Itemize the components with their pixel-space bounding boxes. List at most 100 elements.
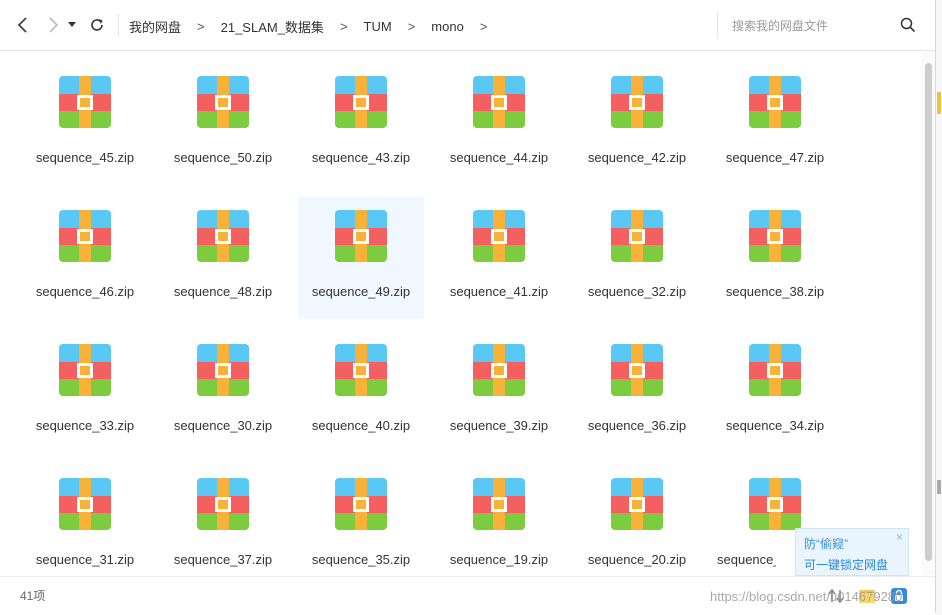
file-item[interactable]: sequence_43.zip [298,63,424,185]
zip-file-icon [473,210,525,262]
refresh-button[interactable] [85,13,109,37]
file-name: sequence_50.zip [173,150,273,165]
breadcrumb: 我的网盘 > 21_SLAM_数据集 > TUM > mono > [129,17,503,35]
history-dropdown-button[interactable] [64,13,80,37]
chevron-left-icon [17,17,27,33]
zip-file-icon [59,478,111,530]
breadcrumb-item-tum[interactable]: TUM [364,19,392,34]
close-icon[interactable]: × [896,530,903,544]
background-window-mark [937,92,941,114]
file-name: sequence_39.zip [449,418,549,433]
file-name: sequence_19.zip [449,552,549,567]
file-item[interactable]: sequence_34.zip [712,331,838,453]
zip-file-icon [749,210,801,262]
zip-file-icon [749,478,801,530]
zip-file-icon [749,344,801,396]
breadcrumb-separator: > [197,18,205,34]
chevron-right-icon [49,17,59,33]
zip-file-icon [197,210,249,262]
file-item[interactable]: sequence_31.zip [22,465,148,575]
zip-file-icon [473,344,525,396]
zip-file-icon [473,478,525,530]
transfer-icon[interactable] [827,587,845,605]
search-box [717,12,926,38]
zip-file-icon [335,76,387,128]
file-name: sequence_37.zip [173,552,273,567]
back-button[interactable] [11,13,35,37]
file-name: sequence_47.zip [725,150,825,165]
zip-file-icon [611,478,663,530]
zip-file-icon [611,344,663,396]
zip-file-icon [59,76,111,128]
zip-file-icon [335,210,387,262]
zip-file-icon [611,210,663,262]
file-item[interactable]: sequence_36.zip [574,331,700,453]
file-grid-area: sequence_45.zip sequence_50.zip sequence_4… [0,51,922,575]
file-name: sequence_38.zip [725,284,825,299]
file-item[interactable]: sequence_42.zip [574,63,700,185]
lock-netdisk-link[interactable]: 可一键锁定网盘 [804,556,888,573]
file-name: sequence_43.zip [311,150,411,165]
file-item[interactable]: sequence_38.zip [712,197,838,319]
zip-file-icon [611,76,663,128]
file-item[interactable]: sequence_19.zip [436,465,562,575]
file-item[interactable]: sequence_39.zip [436,331,562,453]
search-input[interactable] [730,15,894,37]
zip-file-icon [197,344,249,396]
file-name: sequence_35.zip [311,552,411,567]
navigation-bar: 我的网盘 > 21_SLAM_数据集 > TUM > mono > [0,0,935,51]
file-name: sequence_1 [717,552,776,567]
file-item[interactable]: sequence_46.zip [22,197,148,319]
file-item[interactable]: sequence_45.zip [22,63,148,185]
file-item[interactable]: sequence_37.zip [160,465,286,575]
file-name: sequence_41.zip [449,284,549,299]
netdisk-window: 我的网盘 > 21_SLAM_数据集 > TUM > mono > sequen… [0,0,936,613]
zip-file-icon [335,344,387,396]
zip-file-icon [197,478,249,530]
file-name: sequence_31.zip [35,552,135,567]
zip-file-icon [59,344,111,396]
file-item[interactable]: sequence_32.zip [574,197,700,319]
zip-file-icon [59,210,111,262]
file-item[interactable]: sequence_48.zip [160,197,286,319]
file-name: sequence_32.zip [587,284,687,299]
background-window-mark [937,480,941,494]
search-icon[interactable] [900,17,916,33]
breadcrumb-item-dataset[interactable]: 21_SLAM_数据集 [221,17,324,36]
file-name: sequence_20.zip [587,552,687,567]
scrollbar-thumb[interactable] [925,63,932,561]
file-grid: sequence_45.zip sequence_50.zip sequence_4… [22,51,850,575]
file-name: sequence_48.zip [173,284,273,299]
file-item[interactable]: sequence_20.zip [574,465,700,575]
zip-file-icon [749,76,801,128]
item-count: 41项 [20,589,46,603]
forward-button[interactable] [41,13,65,37]
vertical-scrollbar[interactable] [922,51,935,575]
file-item[interactable]: sequence_44.zip [436,63,562,185]
file-name: sequence_30.zip [173,418,273,433]
file-item[interactable]: sequence_40.zip [298,331,424,453]
file-name: sequence_33.zip [35,418,135,433]
file-item[interactable]: sequence_30.zip [160,331,286,453]
file-item[interactable]: sequence_33.zip [22,331,148,453]
status-bar: 41项 [0,576,935,613]
file-item[interactable]: sequence_47.zip [712,63,838,185]
breadcrumb-separator: > [339,18,348,34]
nav-divider [118,14,119,36]
privacy-lock-popup: 防“偷窥” 可一键锁定网盘 × [795,528,909,576]
file-item[interactable]: sequence_41.zip [436,197,562,319]
file-name: sequence_42.zip [587,150,687,165]
file-item[interactable]: sequence_49.zip [298,197,424,319]
folder-icon[interactable] [858,587,876,605]
breadcrumb-separator: > [479,18,488,34]
file-name: sequence_34.zip [725,418,825,433]
breadcrumb-item-root[interactable]: 我的网盘 [129,17,181,36]
breadcrumb-item-mono[interactable]: mono [431,19,464,34]
zip-file-icon [473,76,525,128]
file-name: sequence_40.zip [311,418,411,433]
file-item[interactable]: sequence_35.zip [298,465,424,575]
file-name: sequence_36.zip [587,418,687,433]
file-item[interactable]: sequence_50.zip [160,63,286,185]
popup-title: 防“偷窥” [804,537,848,551]
lock-icon[interactable] [890,587,908,605]
